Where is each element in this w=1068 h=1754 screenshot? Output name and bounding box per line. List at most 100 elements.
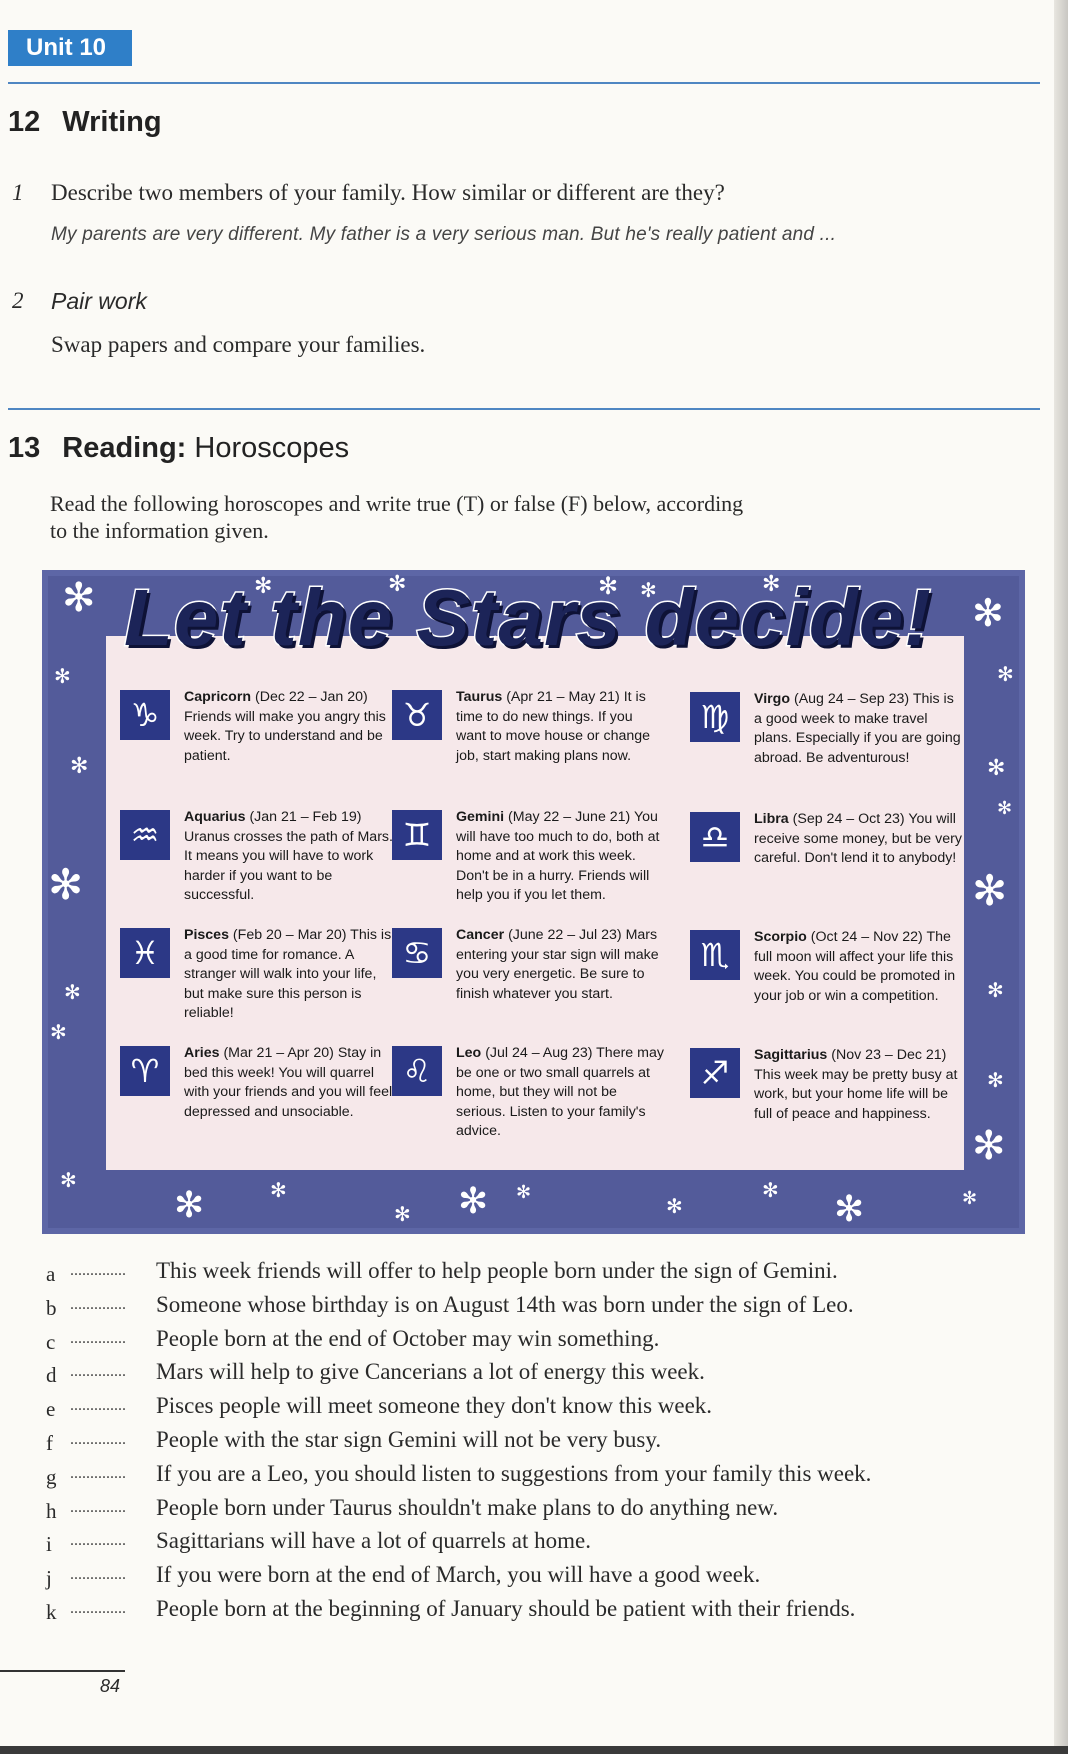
- sign-dates: (Jul 24 – Aug 23): [485, 1045, 593, 1061]
- answer-blank[interactable]: ..............: [70, 1330, 126, 1348]
- answer-blank[interactable]: ..............: [70, 1465, 126, 1483]
- answer-blank[interactable]: ..............: [70, 1363, 126, 1381]
- reading-section-title: 13 Reading: Horoscopes: [8, 432, 349, 465]
- answer-blank[interactable]: ..............: [70, 1600, 126, 1618]
- answer-blank[interactable]: ..............: [70, 1431, 126, 1449]
- sign-name: Cancer: [456, 927, 505, 943]
- item-letter: e: [46, 1397, 56, 1422]
- list-item: b.............. Someone whose birthday is…: [46, 1292, 966, 1330]
- list-item: a.............. This week friends will of…: [46, 1258, 966, 1296]
- snowflake-icon: ✻: [62, 575, 96, 621]
- sign-name: Virgo: [754, 691, 791, 707]
- sign-name: Sagittarius: [754, 1047, 828, 1063]
- poster-title: Let the Stars decide!: [123, 572, 933, 664]
- unit-tab: Unit 10: [8, 30, 132, 66]
- item-letter: a: [46, 1262, 56, 1286]
- item-letter: h: [46, 1498, 57, 1523]
- item-letter: j: [46, 1566, 52, 1591]
- question-2-text: Swap papers and compare your families.: [51, 332, 426, 357]
- sign-text: Friends will make you angry this week. T…: [184, 708, 386, 764]
- section-number: 12: [8, 106, 41, 138]
- sign-name: Pisces: [184, 927, 229, 943]
- snowflake-icon: ✻: [762, 572, 781, 597]
- header-rule: [8, 82, 1040, 84]
- gemini-icon: ♊: [392, 810, 442, 860]
- sign-dates: (Oct 24 – Nov 22): [810, 929, 923, 945]
- list-item: i.............. Sagittarians will have a …: [46, 1528, 966, 1566]
- aries-icon: ♈: [120, 1046, 170, 1096]
- virgo-icon: ♍: [690, 692, 740, 742]
- snowflake-icon: ✻: [987, 756, 1006, 781]
- scorpio-icon: ♏: [690, 930, 740, 980]
- statement-text: People born under Taurus shouldn't make …: [156, 1494, 779, 1520]
- list-item: c.............. People born at the end of…: [46, 1326, 966, 1364]
- snowflake-icon: ✻: [270, 1178, 287, 1202]
- sign-dates: (Nov 23 – Dec 21): [831, 1047, 947, 1063]
- sign-name: Capricorn: [184, 689, 252, 705]
- snowflake-icon: ✻: [972, 591, 1004, 635]
- item-letter: i: [46, 1532, 52, 1557]
- statement-text: This week friends will offer to help peo…: [156, 1258, 838, 1283]
- sign-name: Aries: [184, 1045, 220, 1061]
- sign-name: Aquarius: [184, 809, 246, 825]
- item-letter: c: [46, 1329, 56, 1354]
- answer-blank[interactable]: ..............: [70, 1499, 126, 1517]
- question-1-number: 1: [12, 180, 24, 205]
- sign-name: Taurus: [456, 689, 503, 705]
- snowflake-icon: ✻: [640, 578, 657, 602]
- snowflake-icon: ✻: [174, 1185, 205, 1226]
- sign-dates: (Mar 21 – Apr 20): [223, 1045, 334, 1061]
- list-item: j.............. If you were born at the e…: [46, 1562, 966, 1600]
- snowflake-icon: ✻: [598, 572, 619, 600]
- reading-instructions: Read the following horoscopes and write …: [50, 491, 744, 543]
- statement-text: People with the star sign Gemini will no…: [156, 1426, 662, 1452]
- sign-dates: (June 22 – Jul 23): [508, 927, 622, 943]
- taurus-icon: ♉: [392, 690, 442, 740]
- question-1-text: Describe two members of your family. How…: [51, 180, 725, 205]
- section-divider: [8, 408, 1040, 410]
- section-heading: Writing: [62, 106, 162, 138]
- snowflake-icon: ✻: [70, 754, 89, 779]
- snowflake-icon: ✻: [762, 1178, 779, 1202]
- page-number: 84: [100, 1676, 121, 1696]
- page-edge-shadow: [1054, 0, 1068, 1754]
- list-item: e.............. Pisces people will meet s…: [46, 1393, 966, 1431]
- answer-blank[interactable]: ..............: [70, 1397, 126, 1415]
- item-letter: d: [46, 1363, 57, 1388]
- snowflake-icon: ✻: [48, 860, 84, 909]
- sign-name: Libra: [754, 811, 789, 827]
- snowflake-icon: ✻: [666, 1194, 683, 1218]
- question-2-number: 2: [12, 288, 24, 313]
- snowflake-icon: ✻: [972, 1123, 1006, 1169]
- section-number: 13: [8, 432, 41, 464]
- item-letter: k: [46, 1599, 57, 1624]
- snowflake-icon: ✻: [997, 798, 1013, 819]
- true-false-list: a.............. This week friends will of…: [46, 1258, 966, 1634]
- writing-section-title: 12 Writing: [8, 106, 162, 139]
- snowflake-icon: ✻: [987, 1068, 1004, 1092]
- snowflake-icon: ✻: [458, 1181, 489, 1222]
- sign-text: This week may be pretty busy at work, bu…: [754, 1066, 958, 1122]
- answer-blank[interactable]: ..............: [70, 1566, 126, 1584]
- snowflake-icon: ✻: [987, 978, 1004, 1002]
- statement-text: People born at the beginning of January …: [156, 1595, 856, 1621]
- snowflake-icon: ✻: [388, 572, 407, 597]
- sign-dates: (Sep 24 – Oct 23): [792, 811, 905, 827]
- snowflake-icon: ✻: [50, 1020, 67, 1044]
- sign-dates: (Dec 22 – Jan 20): [254, 689, 368, 705]
- snowflake-icon: ✻: [997, 662, 1014, 686]
- list-item: h.............. People born under Taurus …: [46, 1495, 966, 1533]
- answer-blank[interactable]: ..............: [70, 1532, 126, 1550]
- statement-text: Someone whose birthday is on August 14th…: [156, 1291, 854, 1317]
- section-subheading: Horoscopes: [194, 432, 350, 464]
- answer-blank[interactable]: ..............: [70, 1262, 126, 1280]
- sign-dates: (Feb 20 – Mar 20): [232, 927, 347, 943]
- snowflake-icon: ✻: [516, 1182, 532, 1203]
- list-item: d.............. Mars will help to give Ca…: [46, 1359, 966, 1397]
- item-letter: f: [46, 1430, 53, 1455]
- list-item: g.............. If you are a Leo, you sho…: [46, 1461, 966, 1499]
- pisces-icon: ♓: [120, 928, 170, 978]
- leo-icon: ♌: [392, 1046, 442, 1096]
- answer-blank[interactable]: ..............: [70, 1296, 126, 1314]
- snowflake-icon: ✻: [962, 1188, 978, 1209]
